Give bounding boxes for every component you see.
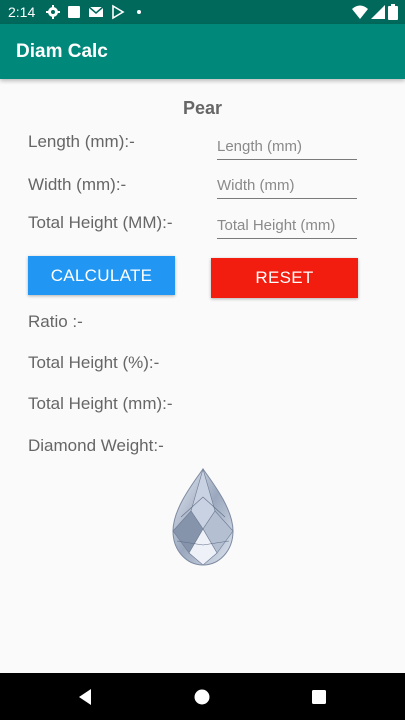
app-title: Diam Calc (16, 41, 108, 62)
dot-icon (137, 10, 141, 14)
length-input[interactable] (217, 133, 357, 160)
length-label: Length (mm):- (28, 132, 135, 151)
navigation-bar (0, 673, 405, 720)
app-bar: Diam Calc (0, 24, 405, 79)
battery-icon (388, 4, 398, 20)
total-height-mm-result-label: Total Height (mm):- (28, 394, 173, 413)
total-height-input[interactable] (217, 212, 357, 239)
recents-icon[interactable] (309, 687, 329, 707)
settings-icon (46, 5, 60, 19)
width-label: Width (mm):- (28, 175, 127, 194)
shape-heading: Pear (182, 98, 223, 118)
square-notification-icon (68, 6, 80, 18)
ratio-result-label: Ratio :- (28, 312, 83, 331)
reset-button[interactable]: RESET (211, 258, 358, 298)
width-input[interactable] (217, 172, 357, 199)
calculate-button[interactable]: CALCULATE (28, 256, 175, 295)
wifi-icon (352, 5, 368, 19)
pear-diamond-icon (172, 467, 234, 566)
gmail-icon (88, 6, 104, 17)
back-icon[interactable] (75, 687, 95, 707)
calculator-form: Pear Length (mm):- Width (mm):- Total He… (0, 79, 405, 673)
cellular-signal-icon (371, 5, 385, 19)
total-height-percent-result-label: Total Height (%):- (28, 353, 160, 372)
diamond-weight-result-label: Diamond Weight:- (28, 436, 164, 455)
home-icon[interactable] (192, 687, 212, 707)
play-store-icon (112, 4, 125, 20)
total-height-label: Total Height (MM):- (28, 213, 173, 232)
status-time: 2:14 (8, 4, 36, 20)
status-bar: 2:14 (0, 0, 405, 24)
